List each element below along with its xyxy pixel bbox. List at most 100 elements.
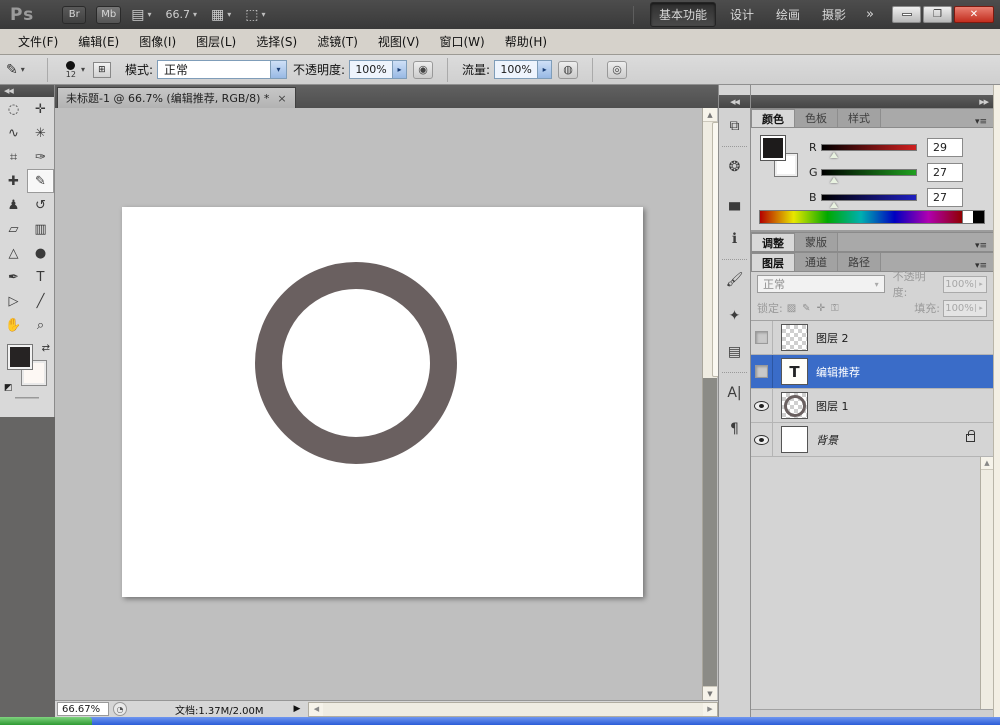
visibility-toggle[interactable] <box>751 423 773 456</box>
elliptical-marquee-tool[interactable]: ◌ <box>0 97 27 121</box>
layer-opacity-field[interactable]: 100% ▸ <box>943 276 987 293</box>
history-panel-icon[interactable]: ⧉ <box>719 108 750 144</box>
hand-tool[interactable]: ✋ <box>0 313 27 337</box>
brush-preset-picker[interactable]: 12 <box>66 61 76 79</box>
navigator-panel-icon[interactable]: ❂ <box>719 149 750 185</box>
spot-healing-brush-tool[interactable]: ✚ <box>0 169 27 193</box>
layer-row-layer2[interactable]: 图层 2 <box>751 321 993 355</box>
scroll-up-icon[interactable]: ▲ <box>703 108 717 122</box>
dock-expand-button[interactable]: ◀◀ <box>719 95 750 108</box>
view-extras-button[interactable]: ▤ ▾ <box>131 7 151 23</box>
green-value-field[interactable]: 27 <box>927 163 963 182</box>
clone-source-panel-icon[interactable]: ▤ <box>719 334 750 370</box>
workspace-essentials-button[interactable]: 基本功能 <box>650 2 716 27</box>
menu-layer[interactable]: 图层(L) <box>186 29 246 54</box>
menu-file[interactable]: 文件(F) <box>8 29 68 54</box>
tablet-pressure-opacity-button[interactable]: ◉ <box>413 61 433 79</box>
status-zoom-field[interactable]: 66.67% <box>57 702 109 716</box>
menu-image[interactable]: 图像(I) <box>129 29 186 54</box>
layers-scrollbar[interactable]: ▲ <box>980 457 993 709</box>
line-tool[interactable]: ╱ <box>27 289 54 313</box>
pen-tool[interactable]: ✒ <box>0 265 27 289</box>
paragraph-panel-icon[interactable]: ¶ <box>719 411 750 447</box>
tool-preset-picker[interactable]: ✎ ▾ <box>6 62 25 78</box>
layer-row-text-selected[interactable]: T 编辑推荐 <box>751 355 993 389</box>
status-popup-icon[interactable]: ▶ <box>294 704 301 714</box>
lock-all-icon[interactable]: ⚿ <box>831 303 839 314</box>
blue-slider[interactable] <box>821 194 917 201</box>
minimize-button[interactable] <box>892 6 921 23</box>
spinner-icon[interactable]: ▸ <box>537 61 551 78</box>
layer-thumbnail[interactable] <box>781 392 808 419</box>
swap-colors-icon[interactable]: ⇄ <box>42 343 50 354</box>
zoom-tool[interactable]: ⌕ <box>27 313 54 337</box>
layer-blend-mode-select[interactable]: 正常 ▾ <box>757 275 885 293</box>
layer-name[interactable]: 编辑推荐 <box>816 364 860 380</box>
layer-thumbnail[interactable] <box>781 324 808 351</box>
layer-name[interactable]: 图层 1 <box>816 398 849 414</box>
path-selection-tool[interactable]: ▷ <box>0 289 27 313</box>
brush-tool[interactable]: ✎ <box>27 169 54 193</box>
white-swatch[interactable] <box>962 211 973 223</box>
blue-value-field[interactable]: 27 <box>927 188 963 207</box>
vertical-scrollbar[interactable]: ▲ ▼ <box>702 108 717 700</box>
tab-adjustments[interactable]: 调整 <box>751 233 795 251</box>
tab-styles[interactable]: 样式 <box>838 109 881 127</box>
crop-tool[interactable]: ⌗ <box>0 145 27 169</box>
menu-select[interactable]: 选择(S) <box>246 29 307 54</box>
workspace-photography-button[interactable]: 摄影 <box>814 3 854 26</box>
tab-layers[interactable]: 图层 <box>751 253 795 271</box>
type-tool[interactable]: T <box>27 265 54 289</box>
history-brush-tool[interactable]: ↺ <box>27 193 54 217</box>
text-layer-thumbnail[interactable]: T <box>781 358 808 385</box>
canvas-area[interactable]: ▲ ▼ <box>55 108 718 700</box>
bridge-button[interactable]: Br <box>62 6 86 24</box>
brush-panel-icon[interactable]: 🖌 <box>719 262 750 298</box>
tab-masks[interactable]: 蒙版 <box>795 233 838 251</box>
zoom-level-button[interactable]: 66.7 ▾ <box>166 8 198 21</box>
workspace-overflow-button[interactable]: » <box>860 7 880 22</box>
color-spectrum-ramp[interactable] <box>759 210 985 224</box>
panel-menu-icon[interactable]: ▾≡ <box>975 241 993 251</box>
lock-pixels-icon[interactable]: ✎ <box>802 303 810 314</box>
character-panel-icon[interactable]: A| <box>719 375 750 411</box>
windows-taskbar[interactable] <box>0 717 1000 725</box>
blend-mode-select[interactable]: 正常 ▾ <box>157 60 287 79</box>
slider-thumb[interactable] <box>830 177 838 183</box>
sharpen-tool[interactable]: △ <box>0 241 27 265</box>
layer-row-layer1[interactable]: 图层 1 <box>751 389 993 423</box>
gradient-tool[interactable]: ▥ <box>27 217 54 241</box>
tablet-pressure-size-button[interactable]: ◎ <box>607 61 627 79</box>
red-slider[interactable] <box>821 144 917 151</box>
visibility-toggle[interactable] <box>751 389 773 422</box>
mini-bridge-button[interactable]: Mb <box>96 6 121 24</box>
magic-wand-tool[interactable]: ✳ <box>27 121 54 145</box>
document-canvas[interactable] <box>122 207 643 597</box>
black-swatch[interactable] <box>973 211 984 223</box>
opacity-field[interactable]: 100% ▸ <box>349 60 407 79</box>
scroll-right-icon[interactable]: ▶ <box>703 703 717 716</box>
menu-edit[interactable]: 编辑(E) <box>68 29 129 54</box>
restore-button[interactable]: ❐ <box>923 6 952 23</box>
toggle-brush-panel-button[interactable]: ⊞ <box>93 62 111 78</box>
lock-position-icon[interactable]: ✛ <box>817 303 825 314</box>
layer-thumbnail[interactable] <box>781 426 808 453</box>
flow-field[interactable]: 100% ▸ <box>494 60 552 79</box>
clone-stamp-tool[interactable]: ♟ <box>0 193 27 217</box>
dodge-tool[interactable]: ● <box>27 241 54 265</box>
panel-menu-icon[interactable]: ▾≡ <box>975 261 993 271</box>
default-colors-icon[interactable]: ◩ <box>4 383 13 393</box>
layer-row-background[interactable]: 背景 <box>751 423 993 457</box>
scroll-down-icon[interactable]: ▼ <box>703 686 717 700</box>
close-tab-icon[interactable]: × <box>277 92 286 105</box>
spinner-icon[interactable]: ▸ <box>392 61 406 78</box>
histogram-panel-icon[interactable]: ▄ <box>719 185 750 221</box>
tab-paths[interactable]: 路径 <box>838 253 881 271</box>
document-tab[interactable]: 未标题-1 @ 66.7% (编辑推荐, RGB/8) * × <box>57 87 296 108</box>
slider-thumb[interactable] <box>830 202 838 208</box>
scroll-left-icon[interactable]: ◀ <box>309 703 323 716</box>
red-value-field[interactable]: 29 <box>927 138 963 157</box>
layer-fill-field[interactable]: 100% ▸ <box>943 300 987 317</box>
dock-collapse-button[interactable]: ▶▶ <box>751 95 993 108</box>
eyedropper-tool[interactable]: ✑ <box>27 145 54 169</box>
